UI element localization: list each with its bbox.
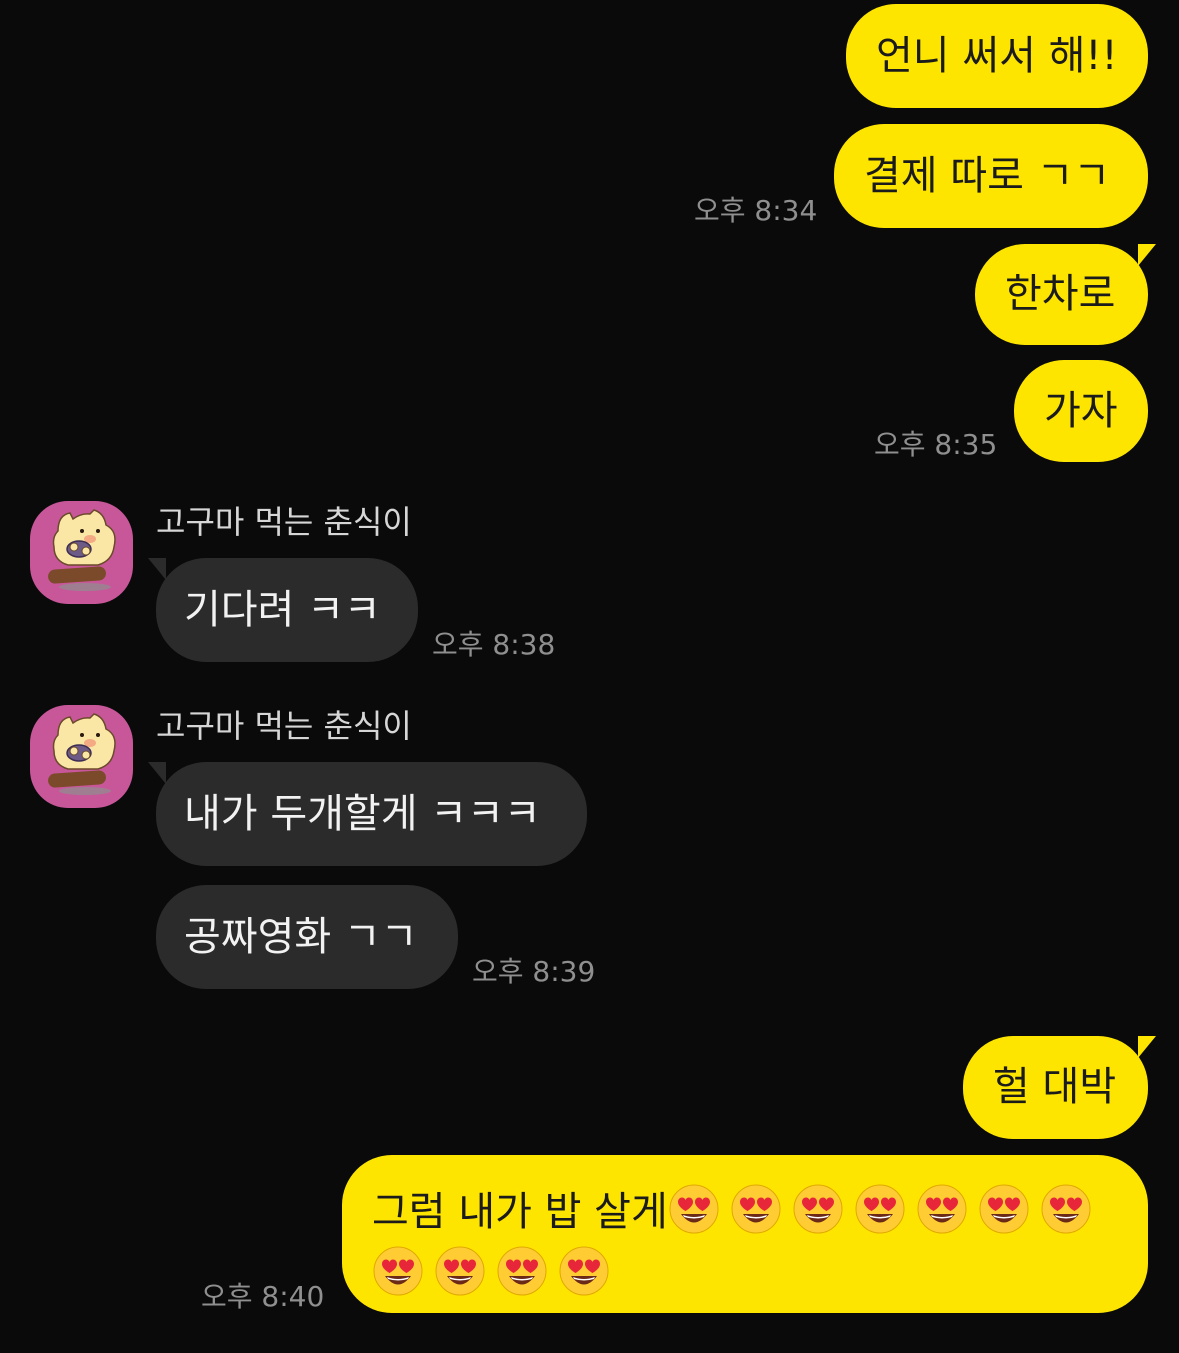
- message-timestamp: 오후 8:34: [694, 194, 818, 227]
- message-timestamp: 오후 8:39: [472, 955, 596, 988]
- choonsik-avatar-icon: [48, 509, 116, 591]
- heart-eyes-emoji: [854, 1183, 906, 1235]
- message-text: 내가 두개할게 ㅋㅋㅋ: [184, 791, 541, 837]
- message-text: 언니 써서 해!!: [876, 33, 1118, 79]
- sender-name: 고구마 먹는 춘식이: [156, 707, 412, 745]
- heart-eyes-emoji: [496, 1245, 548, 1297]
- heart-eyes-emoji: [668, 1183, 720, 1235]
- message-text: 기다려 ㅋㅋ: [184, 587, 381, 633]
- profile-avatar[interactable]: [30, 705, 133, 808]
- message-text: 그럼 내가 밥 살게: [372, 1189, 668, 1235]
- heart-eyes-emoji: [1040, 1183, 1092, 1235]
- message-timestamp: 오후 8:40: [201, 1280, 325, 1313]
- message-text: 가자: [1044, 388, 1118, 434]
- message-timestamp: 오후 8:35: [874, 428, 998, 461]
- heart-eyes-emoji: [434, 1245, 486, 1297]
- heart-eyes-emoji: [916, 1183, 968, 1235]
- message-timestamp: 오후 8:38: [432, 628, 556, 661]
- heart-eyes-emoji: [792, 1183, 844, 1235]
- my-message-bubble[interactable]: 결제 따로 ㄱㄱ: [834, 124, 1148, 228]
- my-message-bubble[interactable]: 언니 써서 해!!: [846, 4, 1148, 108]
- choonsik-avatar-icon: [48, 713, 116, 795]
- message-text: 헐 대박: [993, 1064, 1117, 1110]
- profile-avatar[interactable]: [30, 501, 133, 604]
- my-message-bubble[interactable]: 그럼 내가 밥 살게: [342, 1155, 1148, 1313]
- their-message-bubble[interactable]: 공짜영화 ㄱㄱ: [156, 885, 458, 989]
- their-message-bubble[interactable]: 기다려 ㅋㅋ: [148, 558, 418, 662]
- my-message-bubble[interactable]: 가자: [1014, 360, 1148, 462]
- my-message-bubble[interactable]: 한차로: [975, 244, 1156, 345]
- heart-eyes-emoji: [730, 1183, 782, 1235]
- heart-eyes-emoji: [372, 1245, 424, 1297]
- message-text: 한차로: [1005, 271, 1116, 317]
- sender-name: 고구마 먹는 춘식이: [156, 503, 412, 541]
- their-message-bubble[interactable]: 내가 두개할게 ㅋㅋㅋ: [148, 762, 587, 866]
- message-text: 공짜영화 ㄱㄱ: [184, 914, 418, 960]
- message-text: 결제 따로 ㄱㄱ: [864, 153, 1111, 199]
- heart-eyes-emoji: [558, 1245, 610, 1297]
- heart-eyes-emoji: [978, 1183, 1030, 1235]
- my-message-bubble[interactable]: 헐 대박: [963, 1036, 1156, 1139]
